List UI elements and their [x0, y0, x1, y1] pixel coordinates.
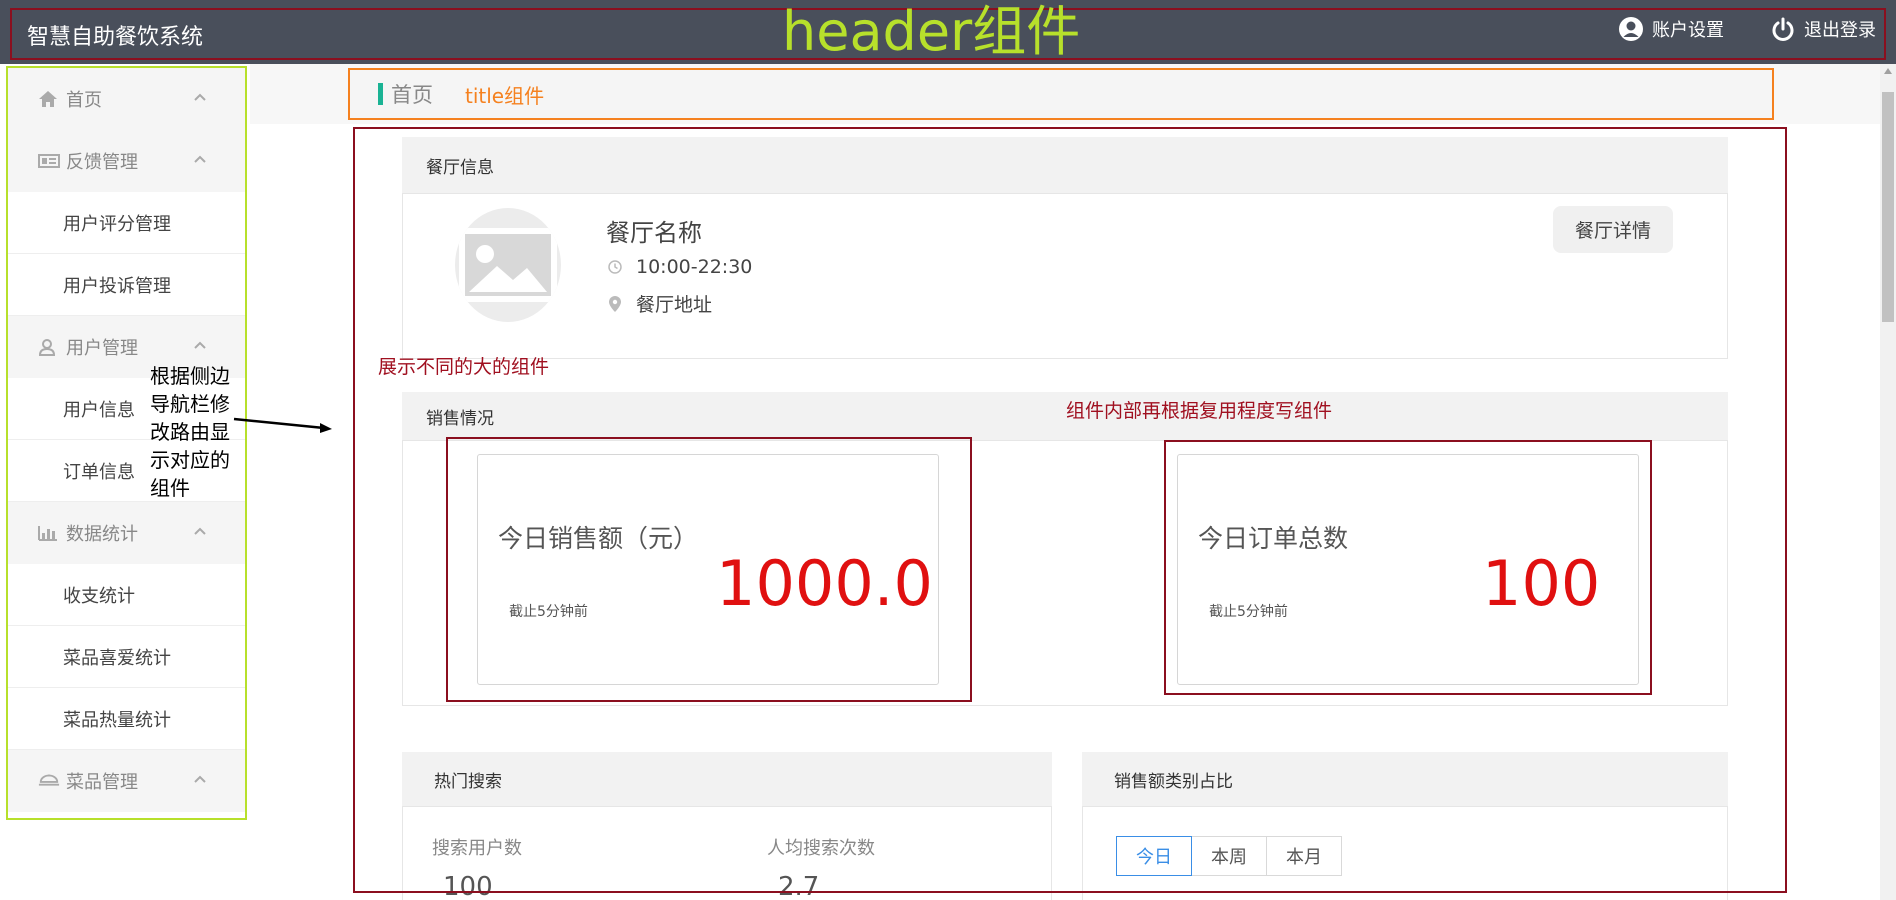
app-title: 智慧自助餐饮系统 [27, 25, 204, 50]
logout-button[interactable]: 退出登录 [1770, 16, 1876, 42]
account-settings-label: 账户设置 [1652, 20, 1724, 41]
dish-icon [38, 772, 60, 790]
title-accent-mark [378, 83, 383, 105]
stat-label: 今日订单总数 [1198, 524, 1349, 553]
chevron-up-icon [194, 775, 206, 783]
period-tabs: 今日 本周 本月 [1116, 836, 1342, 876]
sub-components-annotation: 组件内部再根据复用程度写组件 [1066, 400, 1333, 422]
sidebar-item-complaint[interactable]: 用户投诉管理 [8, 254, 245, 316]
big-components-annotation: 展示不同的大的组件 [378, 356, 550, 378]
tab-week[interactable]: 本周 [1191, 836, 1267, 876]
restaurant-hours-row: 10:00-22:30 [608, 256, 752, 278]
stat-note: 截止5分钟前 [1209, 604, 1288, 620]
sidebar-group-label: 首页 [66, 90, 102, 111]
stat-card-sales: 今日销售额（元） 1000.0 截止5分钟前 [477, 454, 939, 685]
sidebar-item-finance-stats[interactable]: 收支统计 [8, 564, 245, 626]
category-share-section-header: 销售额类别占比 [1082, 752, 1728, 806]
chevron-up-icon [194, 341, 206, 349]
stat-label: 今日销售额（元） [498, 524, 699, 553]
restaurant-detail-button[interactable]: 餐厅详情 [1553, 206, 1673, 253]
title-bar: 首页 title组件 [348, 68, 1774, 120]
sidebar-item-rating[interactable]: 用户评分管理 [8, 192, 245, 254]
chevron-up-icon [194, 93, 206, 101]
sidebar-group-statistics[interactable]: 数据统计 [8, 502, 245, 564]
section-title: 热门搜索 [434, 771, 502, 792]
title-annotation: title组件 [465, 83, 545, 108]
sidebar-group-feedback[interactable]: 反馈管理 [8, 130, 245, 192]
stat-value: 100 [1482, 547, 1601, 620]
sidebar-group-home[interactable]: 首页 [8, 68, 245, 130]
section-title: 销售情况 [426, 408, 494, 429]
sidebar-group-label: 菜品管理 [66, 772, 138, 793]
user-icon [38, 338, 60, 356]
sidebar-group-label: 反馈管理 [66, 152, 138, 173]
stat-card-orders: 今日订单总数 100 截止5分钟前 [1177, 454, 1639, 685]
tab-month[interactable]: 本月 [1266, 836, 1342, 876]
feedback-icon [38, 152, 60, 170]
chevron-up-icon [194, 155, 206, 163]
sidebar-group-label: 用户管理 [66, 338, 138, 359]
restaurant-address-row: 餐厅地址 [608, 290, 712, 317]
user-circle-icon [1618, 16, 1644, 42]
restaurant-info-panel [402, 193, 1728, 359]
restaurant-section-header: 餐厅信息 [402, 137, 1728, 193]
avg-search-label: 人均搜索次数 [767, 838, 875, 859]
restaurant-address: 餐厅地址 [636, 294, 713, 316]
sidebar-item-dish-favorites[interactable]: 菜品喜爱统计 [8, 626, 245, 688]
sidebar-group-dishes[interactable]: 菜品管理 [8, 750, 245, 812]
tab-today[interactable]: 今日 [1116, 836, 1192, 876]
section-title: 餐厅信息 [426, 157, 494, 178]
location-pin-icon [609, 295, 621, 312]
account-settings-button[interactable]: 账户设置 [1618, 16, 1724, 42]
bar-chart-icon [38, 524, 60, 542]
sidebar-group-label: 数据统计 [66, 524, 138, 545]
restaurant-hours: 10:00-22:30 [636, 256, 753, 278]
sidebar-item-dish-calories[interactable]: 菜品热量统计 [8, 688, 245, 750]
stat-value: 1000.0 [716, 547, 933, 620]
logout-label: 退出登录 [1804, 20, 1876, 41]
chevron-up-icon [194, 527, 206, 535]
power-icon [1770, 16, 1796, 42]
search-users-value: 100 [443, 872, 493, 900]
image-placeholder-icon [459, 228, 557, 302]
hot-search-section-header: 热门搜索 [402, 752, 1052, 806]
scrollbar-thumb[interactable] [1882, 92, 1894, 322]
search-users-label: 搜索用户数 [432, 838, 522, 859]
home-icon [38, 90, 60, 108]
breadcrumb[interactable]: 首页 [391, 79, 433, 109]
scroll-up-icon[interactable] [1884, 68, 1892, 74]
avg-search-value: 2.7 [778, 872, 820, 900]
section-title: 销售额类别占比 [1114, 771, 1233, 792]
restaurant-name: 餐厅名称 [606, 219, 702, 247]
stat-note: 截止5分钟前 [509, 604, 588, 620]
header-annotation: header组件 [782, 0, 1081, 63]
restaurant-image-placeholder [455, 208, 561, 322]
sales-section-header: 销售情况 [402, 392, 1728, 440]
clock-icon [608, 260, 622, 274]
annotation-arrow-icon [233, 417, 332, 433]
